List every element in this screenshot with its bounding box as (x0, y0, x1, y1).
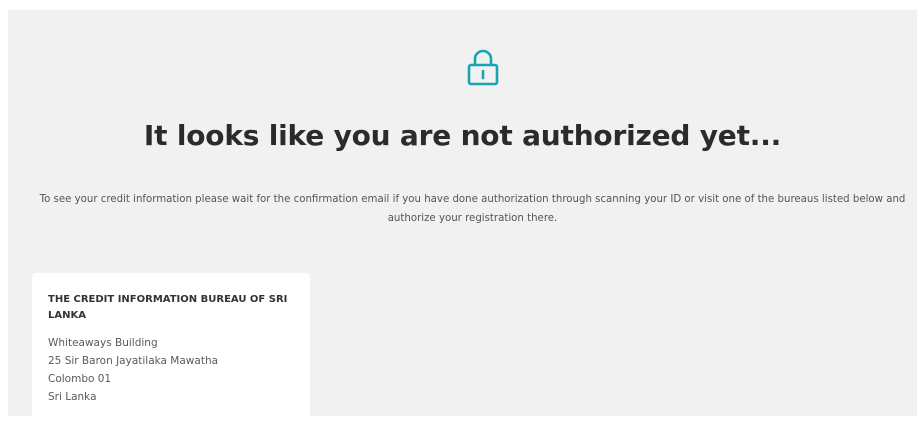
address-line: Sri Lanka (48, 391, 97, 403)
instructions-text: To see your credit information please wa… (39, 194, 906, 224)
bureau-card: THE CREDIT INFORMATION BUREAU OF SRI LAN… (32, 273, 310, 421)
unauthorized-panel: It looks like you are not authorized yet… (8, 10, 917, 421)
address-line: 25 Sir Baron Jayatilaka Mawatha (48, 355, 219, 367)
lock-icon (467, 49, 499, 86)
page-title: It looks like you are not authorized yet… (143, 119, 782, 152)
bureau-address: Whiteaways Building 25 Sir Baron Jayatil… (48, 334, 298, 406)
bureau-name: THE CREDIT INFORMATION BUREAU OF SRI LAN… (48, 294, 288, 321)
address-line: Whiteaways Building (48, 337, 158, 349)
address-line: Colombo 01 (48, 373, 112, 385)
